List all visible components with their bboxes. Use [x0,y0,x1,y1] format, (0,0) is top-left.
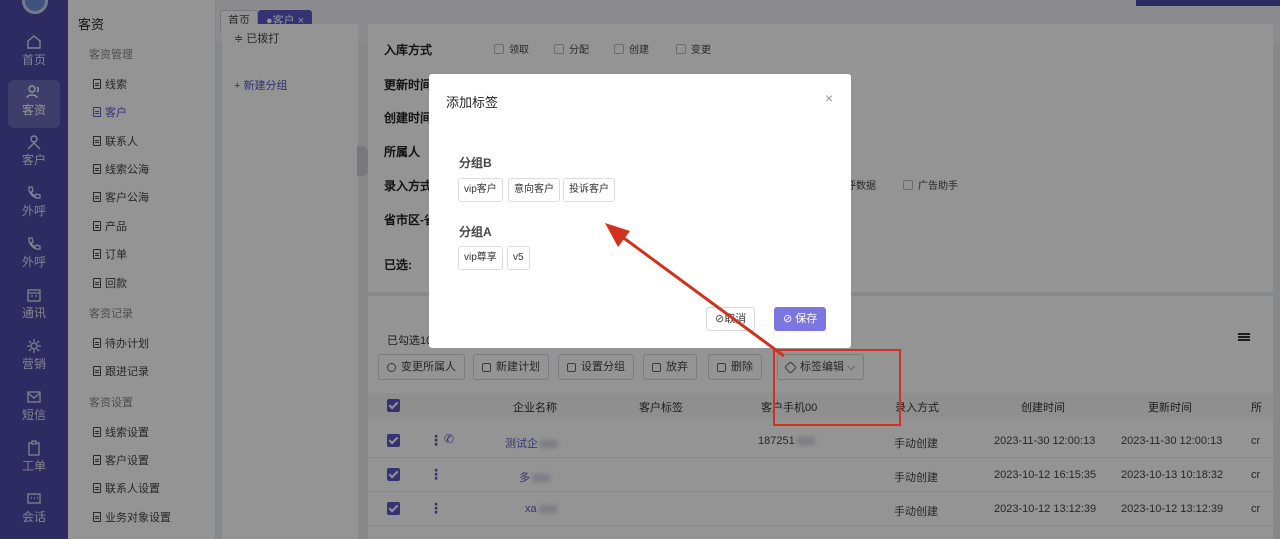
arrow-line [620,234,785,358]
arrow-head [605,223,630,247]
annotation-arrow [605,223,785,358]
